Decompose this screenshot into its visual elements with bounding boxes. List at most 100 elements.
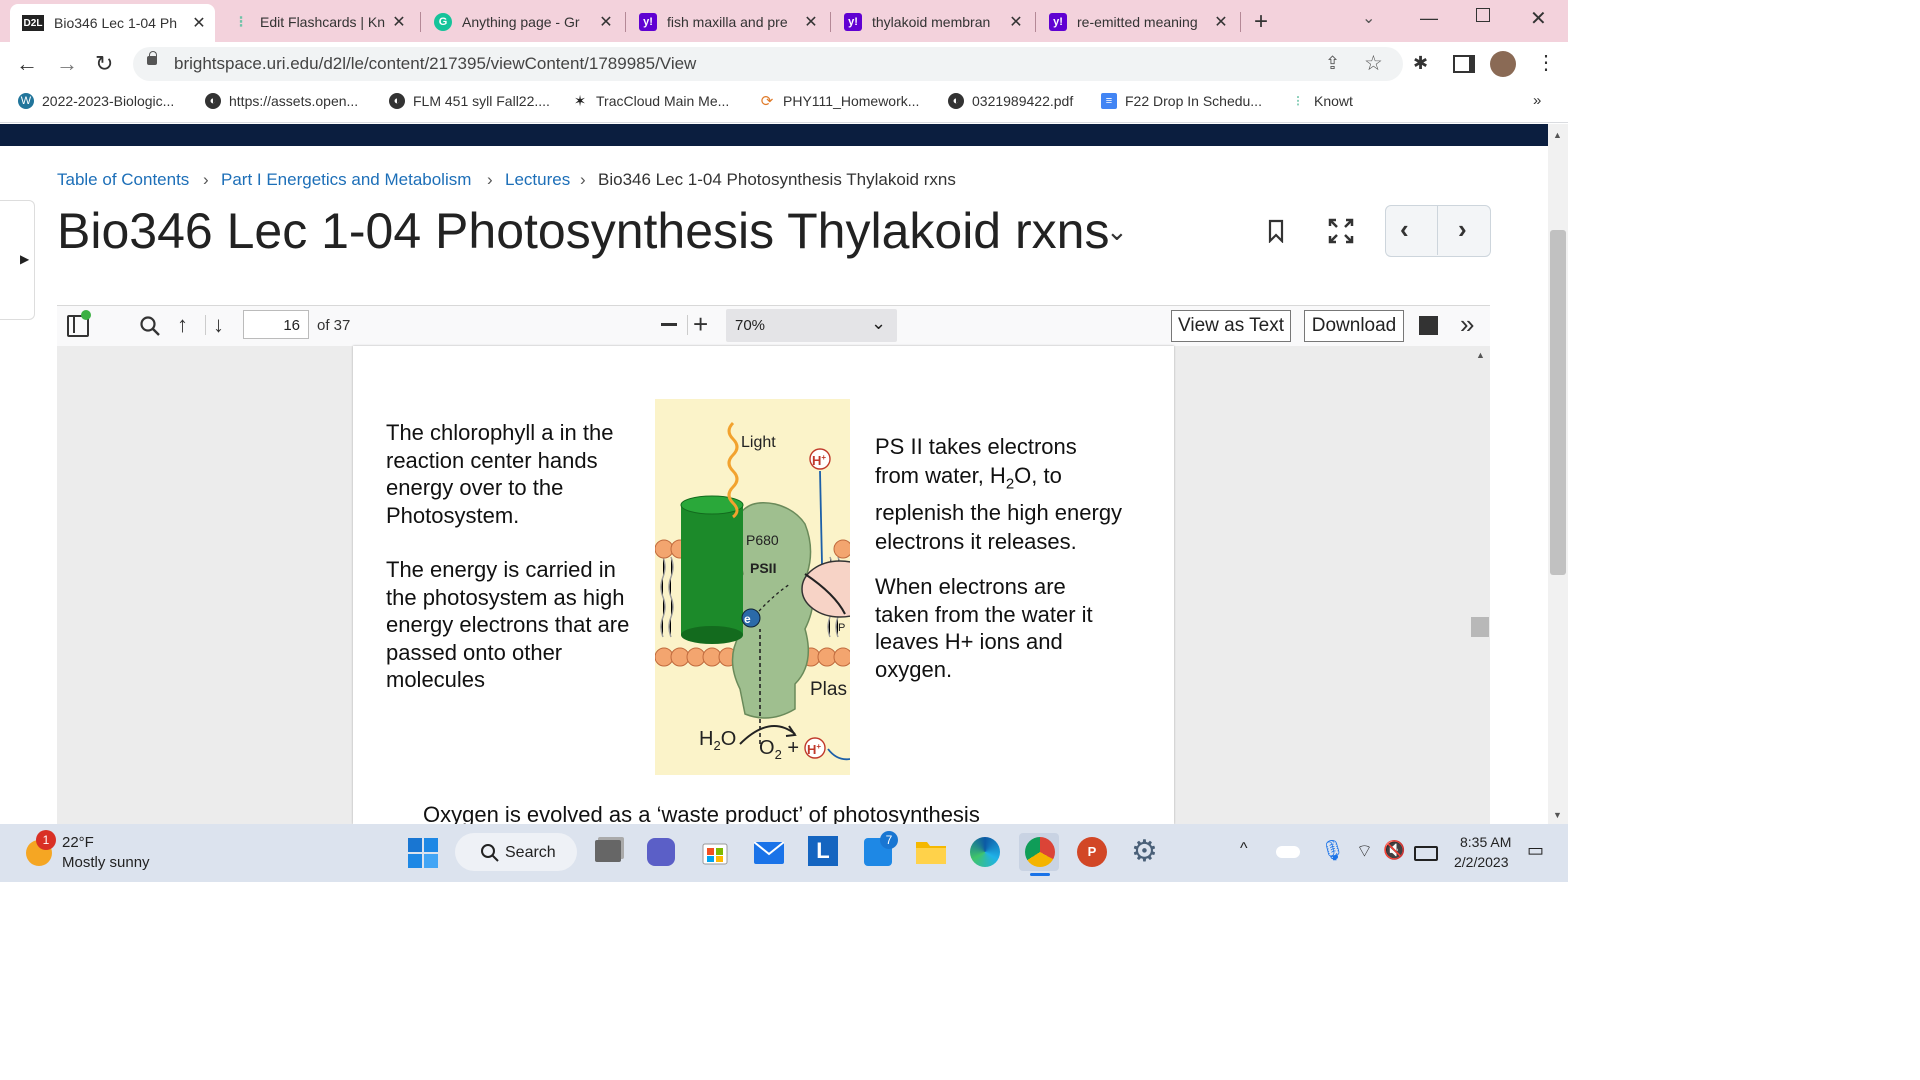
taskbar-search-label: Search bbox=[505, 844, 556, 861]
new-tab-button[interactable]: + bbox=[1254, 8, 1268, 36]
view-as-text-button[interactable]: View as Text bbox=[1171, 310, 1291, 342]
previous-page-arrow-icon[interactable]: ↑ bbox=[177, 312, 188, 338]
side-panel-toggle[interactable] bbox=[0, 200, 35, 320]
next-topic-button[interactable]: › bbox=[1458, 214, 1467, 245]
plastid-label: Plas bbox=[810, 679, 847, 700]
title-dropdown-chevron-icon[interactable]: ⌄ bbox=[1106, 216, 1128, 247]
tools-more-icon[interactable]: » bbox=[1460, 309, 1474, 339]
tray-overflow-chevron-icon[interactable]: ^ bbox=[1240, 840, 1248, 858]
divider bbox=[205, 315, 206, 335]
tab-divider bbox=[420, 12, 421, 32]
weather-condition[interactable]: Mostly sunny bbox=[62, 854, 150, 871]
side-panel-icon[interactable] bbox=[1453, 55, 1475, 73]
profile-avatar[interactable] bbox=[1490, 51, 1516, 77]
chrome-icon[interactable] bbox=[1025, 837, 1055, 867]
url-text[interactable]: brightspace.uri.edu/d2l/le/content/21739… bbox=[174, 54, 696, 74]
text-line: molecules bbox=[386, 667, 486, 692]
download-button[interactable]: Download bbox=[1304, 310, 1404, 342]
scrollbar-thumb[interactable] bbox=[1550, 230, 1566, 575]
close-icon[interactable]: ✕ bbox=[801, 12, 821, 32]
battery-icon[interactable] bbox=[1414, 846, 1438, 861]
mail-icon[interactable] bbox=[754, 842, 784, 864]
microsoft-store-icon[interactable] bbox=[701, 838, 729, 866]
bookmark-item[interactable]: ✶ TracCloud Main Me... bbox=[572, 93, 730, 110]
close-icon[interactable]: ✕ bbox=[389, 12, 409, 32]
tab-bio346[interactable]: D2L Bio346 Lec 1-04 Ph ✕ bbox=[10, 4, 215, 42]
lockdown-browser-icon[interactable]: L bbox=[808, 836, 838, 866]
page-number-input[interactable]: 16 bbox=[243, 310, 309, 339]
tab-re-emitted[interactable]: y! re-emitted meaning ✕ bbox=[1037, 6, 1237, 38]
zoom-in-icon[interactable]: + bbox=[693, 309, 708, 340]
tab-fish-maxilla[interactable]: y! fish maxilla and pre ✕ bbox=[627, 6, 827, 38]
share-icon[interactable]: ⇪ bbox=[1325, 53, 1340, 74]
breadcrumb-table-of-contents[interactable]: Table of Contents bbox=[57, 170, 189, 190]
bookmark-item[interactable]: ◐ 0321989422.pdf bbox=[948, 93, 1073, 109]
file-explorer-icon[interactable] bbox=[916, 838, 946, 864]
search-icon[interactable] bbox=[139, 315, 161, 337]
tab-anything-page[interactable]: G Anything page - Gr ✕ bbox=[422, 6, 622, 38]
notification-icon[interactable]: ▭ bbox=[1527, 840, 1544, 861]
extensions-puzzle-icon[interactable]: ✱ bbox=[1413, 53, 1428, 74]
slide-left-paragraph-2: The energy is carried in the photosystem… bbox=[386, 556, 629, 694]
forward-arrow-icon[interactable]: → bbox=[56, 51, 78, 77]
scroll-down-icon[interactable]: ▼ bbox=[1553, 810, 1562, 820]
edge-icon[interactable] bbox=[970, 837, 1000, 867]
back-arrow-icon[interactable]: ← bbox=[16, 51, 38, 77]
tab-divider bbox=[1035, 12, 1036, 32]
onedrive-cloud-icon[interactable] bbox=[1276, 846, 1300, 858]
minimize-button[interactable]: — bbox=[1420, 8, 1438, 29]
powerpoint-icon[interactable]: P bbox=[1077, 837, 1107, 867]
bookmark-item[interactable]: W 2022-2023-Biologic... bbox=[18, 93, 174, 109]
expand-triangle-icon[interactable]: ▶ bbox=[20, 252, 29, 266]
close-icon[interactable]: ✕ bbox=[596, 12, 616, 32]
window-close-button[interactable]: ✕ bbox=[1530, 6, 1547, 31]
tab-edit-flashcards[interactable]: ⁝ Edit Flashcards | Kn ✕ bbox=[220, 6, 415, 38]
bookmark-item[interactable]: ◐ FLM 451 syll Fall22.... bbox=[389, 93, 550, 109]
next-page-arrow-icon[interactable]: ↓ bbox=[213, 312, 224, 338]
scroll-up-icon[interactable]: ▲ bbox=[1553, 130, 1562, 140]
p680-label: P680 bbox=[746, 532, 779, 548]
teams-chat-icon[interactable] bbox=[647, 838, 675, 866]
bookmark-item[interactable]: ◐ https://assets.open... bbox=[205, 93, 358, 109]
breadcrumb-separator: › bbox=[580, 170, 586, 189]
close-icon[interactable]: ✕ bbox=[1006, 12, 1026, 32]
weather-temp[interactable]: 22°F bbox=[62, 834, 94, 851]
settings-gear-icon[interactable]: ⚙ bbox=[1131, 836, 1158, 868]
pdf-scroll-up-icon[interactable]: ▲ bbox=[1476, 350, 1485, 360]
zoom-out-icon[interactable] bbox=[661, 323, 677, 326]
bookmark-item[interactable]: ⁝ Knowt bbox=[1290, 93, 1353, 110]
pdf-scrollbar-thumb[interactable] bbox=[1471, 617, 1489, 637]
bookmark-label: https://assets.open... bbox=[229, 93, 359, 109]
text-line: passed onto other bbox=[386, 639, 563, 665]
windows-start-icon[interactable] bbox=[408, 838, 438, 868]
reload-icon[interactable]: ↻ bbox=[95, 51, 113, 77]
bookmark-item[interactable]: ≡ F22 Drop In Schedu... bbox=[1101, 93, 1262, 109]
kebab-menu-icon[interactable]: ⋮ bbox=[1536, 50, 1556, 75]
close-icon[interactable]: ✕ bbox=[189, 13, 209, 33]
light-label: Light bbox=[741, 434, 776, 451]
tab-label: Edit Flashcards | Kn bbox=[260, 14, 386, 30]
breadcrumb-lectures[interactable]: Lectures bbox=[505, 170, 570, 190]
bookmark-label: PHY111_Homework... bbox=[783, 93, 920, 109]
breadcrumb-part-i[interactable]: Part I Energetics and Metabolism bbox=[221, 170, 471, 190]
microphone-icon[interactable]: 🎙 bbox=[1320, 838, 1345, 863]
electron-label: e bbox=[744, 612, 751, 626]
bookmark-icon[interactable] bbox=[1268, 219, 1284, 243]
tab-search-chevron-icon[interactable]: ⌄ bbox=[1362, 8, 1375, 28]
volume-muted-icon[interactable]: 🔇 bbox=[1383, 840, 1405, 861]
restore-button[interactable] bbox=[1476, 8, 1490, 22]
antenna-bottom bbox=[681, 626, 743, 644]
presentation-mode-icon[interactable] bbox=[1419, 316, 1438, 335]
wifi-icon[interactable]: ⌔ bbox=[1356, 840, 1373, 863]
clock-date[interactable]: 2/2/2023 bbox=[1454, 854, 1509, 870]
task-view-icon[interactable] bbox=[595, 840, 621, 862]
clock-time[interactable]: 8:35 AM bbox=[1460, 834, 1511, 850]
tab-thylakoid[interactable]: y! thylakoid membran ✕ bbox=[832, 6, 1032, 38]
fullscreen-icon[interactable] bbox=[1328, 218, 1354, 244]
previous-topic-button[interactable]: ‹ bbox=[1400, 214, 1409, 245]
close-icon[interactable]: ✕ bbox=[1211, 12, 1231, 32]
search-icon bbox=[481, 844, 499, 862]
bookmarks-more-icon[interactable]: » bbox=[1533, 92, 1541, 109]
bookmark-item[interactable]: ⟳ PHY111_Homework... bbox=[759, 93, 920, 110]
star-bookmark-icon[interactable]: ☆ bbox=[1364, 51, 1383, 76]
